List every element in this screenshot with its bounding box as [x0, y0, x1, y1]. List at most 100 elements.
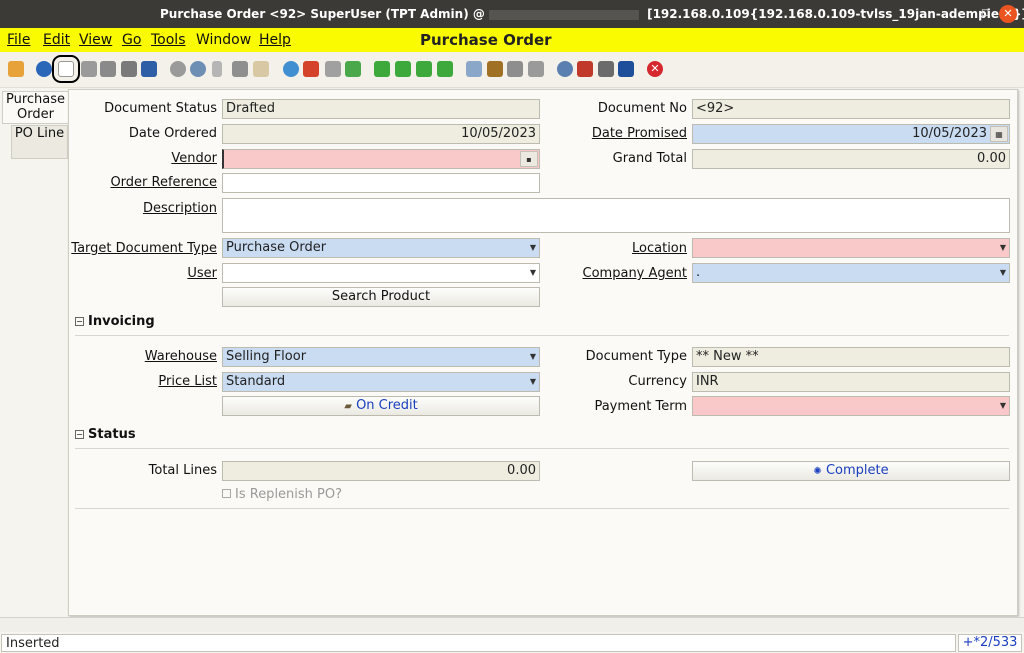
- archive-icon[interactable]: [487, 61, 503, 77]
- target-doc-type-select[interactable]: Purchase Order ▼: [222, 238, 540, 258]
- company-agent-label: Company Agent: [582, 266, 687, 281]
- currency-field: INR: [692, 372, 1010, 392]
- history-icon[interactable]: [283, 61, 299, 77]
- chevron-down-icon[interactable]: ▼: [528, 240, 538, 256]
- attachment-icon[interactable]: [212, 61, 222, 77]
- menu-view[interactable]: View: [79, 32, 112, 48]
- status-bar: Inserted +*2/533: [0, 633, 1024, 653]
- close-icon[interactable]: ✕: [647, 61, 663, 77]
- undo-icon[interactable]: [8, 61, 24, 77]
- next-record-icon[interactable]: [416, 61, 432, 77]
- new-record-icon[interactable]: [52, 55, 80, 83]
- previous-record-icon[interactable]: [395, 61, 411, 77]
- close-window-button[interactable]: ✕: [999, 5, 1017, 23]
- price-list-select[interactable]: Standard ▼: [222, 372, 540, 392]
- record-panel: Document Status Drafted Document No <92>…: [68, 89, 1018, 616]
- chevron-down-icon[interactable]: ▼: [998, 265, 1008, 281]
- target-doc-type-label: Target Document Type: [71, 241, 217, 256]
- user-select[interactable]: ▼: [222, 263, 540, 283]
- delete-icon[interactable]: [100, 61, 116, 77]
- record-navigation-info[interactable]: +*2/533: [958, 634, 1022, 652]
- menu-tools[interactable]: Tools: [151, 32, 186, 48]
- home-icon[interactable]: [303, 61, 319, 77]
- minimize-button[interactable]: –: [953, 5, 971, 20]
- window-header-title: Purchase Order: [420, 31, 552, 49]
- menu-edit[interactable]: Edit: [43, 32, 70, 48]
- tab-po-line[interactable]: PO Line: [11, 125, 68, 159]
- lookup-icon[interactable]: ▪: [520, 151, 538, 167]
- print-icon[interactable]: [528, 61, 544, 77]
- help-icon[interactable]: [36, 61, 52, 77]
- is-replenish-label: Is Replenish PO?: [235, 487, 343, 502]
- tab-purchase-order[interactable]: Purchase Order: [2, 91, 68, 124]
- vendor-field[interactable]: ▪: [222, 149, 540, 169]
- collapse-icon[interactable]: −: [75, 317, 84, 326]
- status-header-text: Status: [88, 427, 136, 442]
- menu-help[interactable]: Help: [259, 32, 291, 48]
- calendar-icon[interactable]: ▦: [990, 126, 1008, 142]
- maximize-button[interactable]: ▫: [976, 5, 994, 20]
- on-credit-label: On Credit: [356, 398, 418, 413]
- price-list-label: Price List: [158, 374, 217, 389]
- date-ordered-field: 10/05/2023: [222, 124, 540, 144]
- menu-bar: File Edit View Go Tools Window Help Purc…: [0, 28, 1024, 52]
- chat-icon[interactable]: [232, 61, 248, 77]
- chevron-down-icon[interactable]: ▼: [528, 265, 538, 281]
- menu-go[interactable]: Go: [122, 32, 141, 48]
- is-replenish-checkbox[interactable]: Is Replenish PO?: [222, 487, 342, 502]
- report-icon[interactable]: [466, 61, 482, 77]
- date-promised-field[interactable]: 10/05/2023 ▦: [692, 124, 1010, 144]
- chevron-down-icon[interactable]: ▼: [998, 398, 1008, 414]
- company-agent-select[interactable]: . ▼: [692, 263, 1010, 283]
- zoom-across-icon[interactable]: [557, 61, 573, 77]
- chevron-down-icon[interactable]: ▼: [528, 349, 538, 365]
- description-label: Description: [142, 201, 217, 216]
- workflow-icon[interactable]: [577, 61, 593, 77]
- document-type-field: ** New **: [692, 347, 1010, 367]
- chevron-down-icon[interactable]: ▼: [528, 374, 538, 390]
- menu-window[interactable]: Window: [196, 32, 251, 48]
- redacted-text: [488, 9, 639, 20]
- print-preview-icon[interactable]: [507, 61, 523, 77]
- collapse-icon[interactable]: −: [75, 430, 84, 439]
- payment-term-select[interactable]: ▼: [692, 396, 1010, 416]
- delete-selection-icon[interactable]: [121, 61, 137, 77]
- horizontal-scrollbar[interactable]: [0, 617, 1024, 632]
- document-no-field: <92>: [692, 99, 1010, 119]
- forward-icon[interactable]: [345, 61, 361, 77]
- status-section-header[interactable]: − Status: [75, 427, 1009, 449]
- on-credit-button[interactable]: ▰ On Credit: [222, 396, 540, 416]
- complete-button[interactable]: ✺ Complete: [692, 461, 1010, 481]
- date-promised-value: 10/05/2023: [912, 126, 987, 141]
- refresh-icon[interactable]: [170, 61, 186, 77]
- search-product-button[interactable]: Search Product: [222, 287, 540, 307]
- window-title-left: Purchase Order <92> SuperUser (TPT Admin…: [160, 7, 485, 21]
- payment-term-label: Payment Term: [594, 399, 687, 414]
- window-title: Purchase Order <92> SuperUser (TPT Admin…: [160, 7, 1024, 21]
- save-icon[interactable]: [141, 61, 157, 77]
- product-info-icon[interactable]: [598, 61, 614, 77]
- warehouse-label: Warehouse: [144, 349, 217, 364]
- description-input[interactable]: [222, 198, 1010, 233]
- total-lines-field: 0.00: [222, 461, 540, 481]
- location-label: Location: [632, 241, 687, 256]
- target-doc-type-value: Purchase Order: [226, 240, 327, 255]
- document-status-label: Document Status: [104, 101, 217, 116]
- warehouse-value: Selling Floor: [226, 349, 307, 364]
- last-record-icon[interactable]: [437, 61, 453, 77]
- find-icon[interactable]: [190, 61, 206, 77]
- vendor-label: Vendor: [171, 151, 217, 166]
- checkbox-icon[interactable]: [222, 489, 231, 498]
- warehouse-select[interactable]: Selling Floor ▼: [222, 347, 540, 367]
- invoicing-section-header[interactable]: − Invoicing: [75, 314, 1009, 336]
- back-icon[interactable]: [325, 61, 341, 77]
- copy-record-icon[interactable]: [81, 61, 97, 77]
- order-reference-input[interactable]: [222, 173, 540, 193]
- document-type-label: Document Type: [585, 349, 687, 364]
- menu-file[interactable]: File: [7, 32, 30, 48]
- window-info-icon[interactable]: [618, 61, 634, 77]
- chevron-down-icon[interactable]: ▼: [998, 240, 1008, 256]
- location-select[interactable]: ▼: [692, 238, 1010, 258]
- first-record-icon[interactable]: [374, 61, 390, 77]
- grid-toggle-icon[interactable]: [253, 61, 269, 77]
